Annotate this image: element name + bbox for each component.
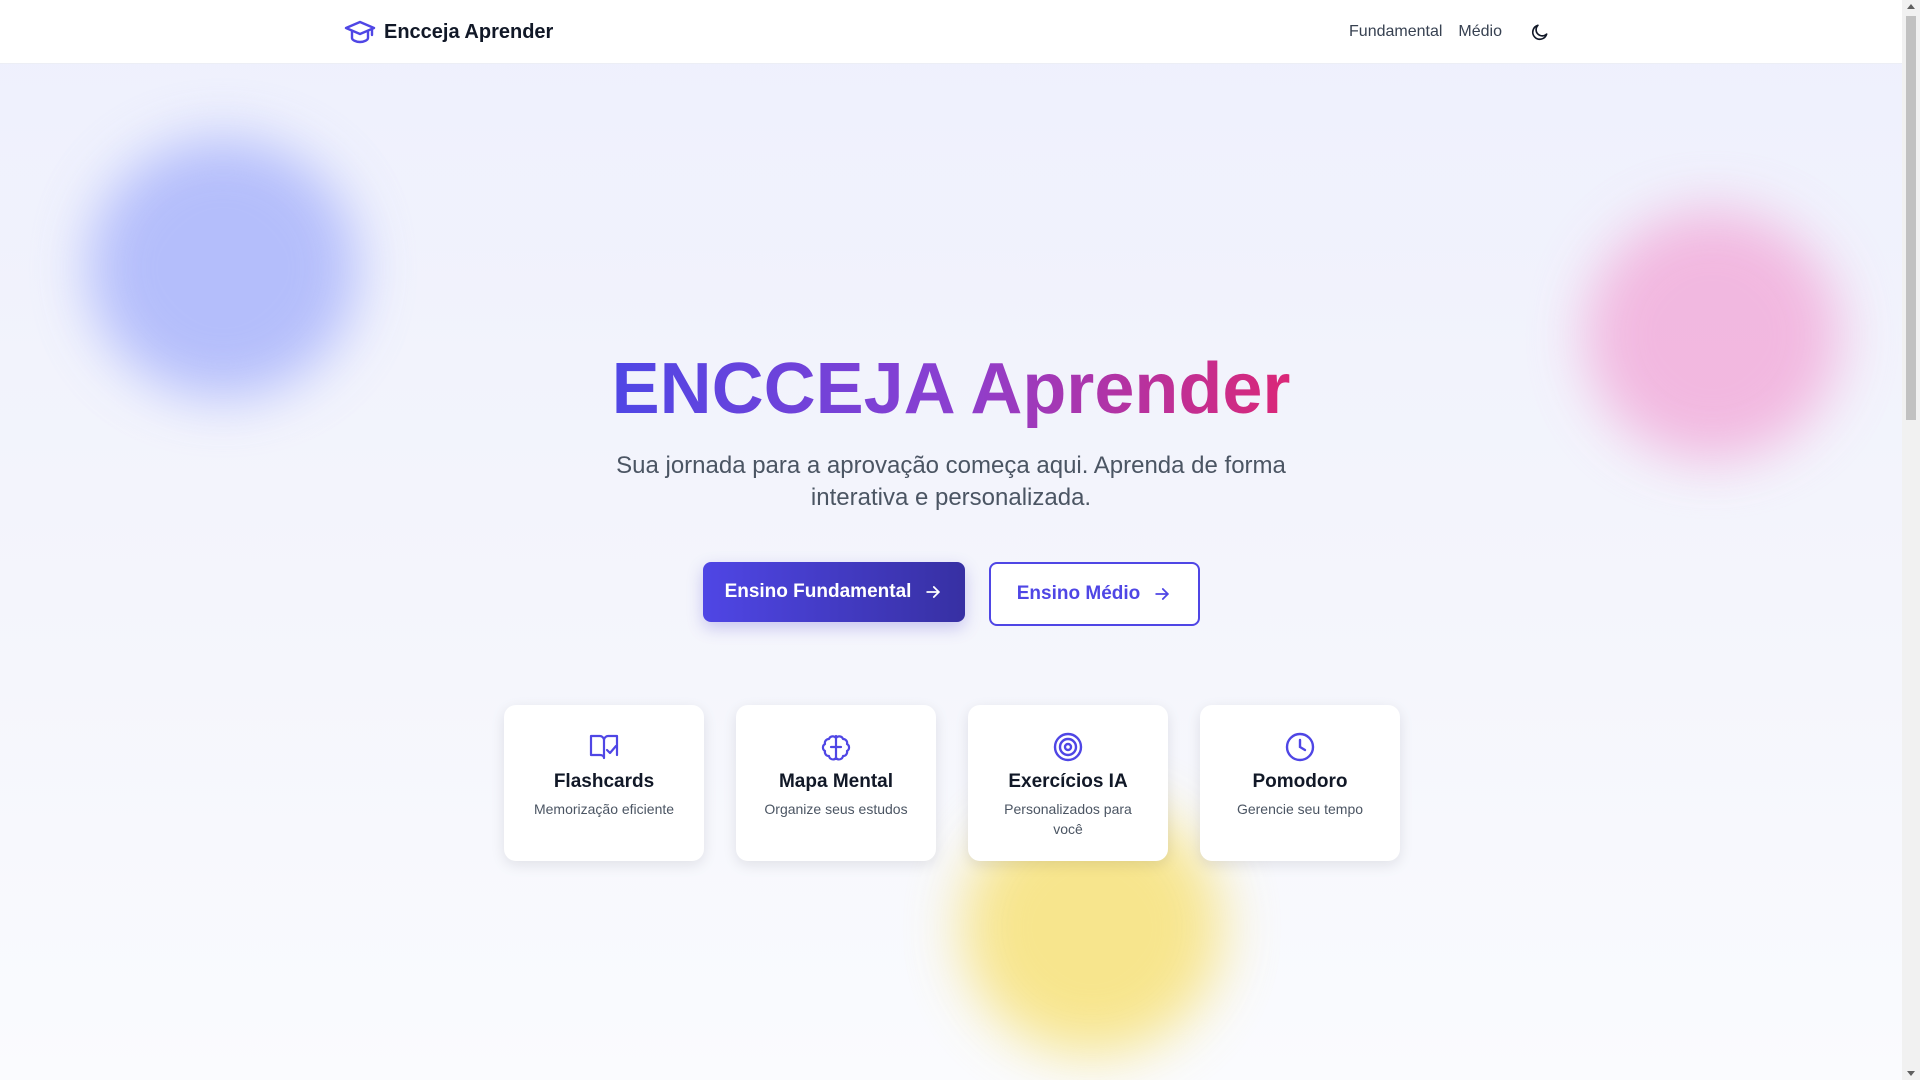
scroll-up-arrow-icon[interactable]: [1907, 4, 1915, 9]
ensino-medio-button-label: Ensino Médio: [1016, 583, 1141, 604]
book-check-icon: [589, 734, 619, 760]
target-icon: [1053, 732, 1083, 762]
feature-card-flashcards[interactable]: Flashcards Memorização eficiente: [504, 705, 704, 861]
features-grid: Flashcards Memorização eficiente Mapa Me…: [504, 705, 1400, 861]
feature-title: Pomodoro: [1252, 771, 1348, 792]
scrollbar-thumb[interactable]: [1906, 16, 1916, 420]
feature-card-pomodoro[interactable]: Pomodoro Gerencie seu tempo: [1200, 705, 1400, 861]
graduation-cap-icon: [344, 18, 376, 46]
hero-title: ENCCEJA Aprender: [0, 344, 1902, 434]
feature-title: Flashcards: [553, 771, 655, 792]
top-navbar: Encceja Aprender Fundamental Médio: [0, 0, 1902, 64]
arrow-right-icon: [1155, 588, 1169, 600]
feature-card-mapa-mental[interactable]: Mapa Mental Organize seus estudos: [736, 705, 936, 861]
nav-link-medio[interactable]: Médio: [1458, 23, 1502, 41]
vertical-scrollbar[interactable]: [1902, 0, 1920, 1080]
feature-description: Personalizados para você: [1004, 801, 1132, 837]
feature-card-exercicios-ia[interactable]: Exercícios IA Personalizados para você: [968, 705, 1168, 861]
feature-description: Organize seus estudos: [764, 801, 908, 817]
nav-link-fundamental[interactable]: Fundamental: [1349, 23, 1442, 41]
scroll-down-arrow-icon[interactable]: [1907, 1071, 1915, 1076]
feature-title: Exercícios IA: [1008, 771, 1128, 792]
clock-icon: [1285, 732, 1315, 762]
hero-title-text: ENCCEJA Aprender: [611, 349, 1291, 429]
hero-subtitle: Sua jornada para a aprovação começa aqui…: [616, 452, 1286, 511]
brand-name: Encceja Aprender: [384, 20, 554, 43]
ensino-fundamental-button[interactable]: Ensino Fundamental: [703, 562, 965, 622]
main-nav: Fundamental Médio: [1349, 20, 1552, 44]
arrow-right-icon: [926, 586, 941, 598]
ensino-fundamental-button-label: Ensino Fundamental: [724, 581, 912, 602]
brain-icon: [821, 734, 851, 761]
feature-description: Gerencie seu tempo: [1236, 801, 1364, 817]
ensino-medio-button[interactable]: Ensino Médio: [989, 562, 1200, 626]
feature-title: Mapa Mental: [778, 771, 894, 792]
brand-logo-link[interactable]: Encceja Aprender: [344, 18, 553, 46]
theme-toggle-button[interactable]: [1528, 20, 1552, 44]
feature-description: Memorização eficiente: [533, 801, 675, 817]
moon-icon: [1531, 24, 1548, 41]
